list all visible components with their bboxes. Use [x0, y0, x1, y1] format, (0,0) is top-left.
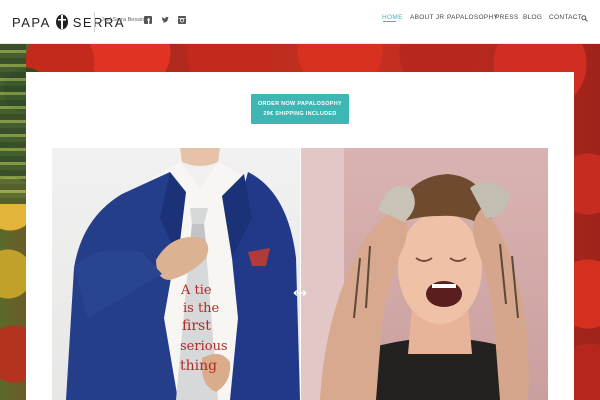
svg-text:A tie: A tie	[180, 283, 212, 298]
facebook-icon[interactable]	[144, 16, 152, 24]
social-links	[144, 16, 186, 24]
nav-papalosophy[interactable]: PAPALOSOPHY	[447, 14, 498, 21]
comparison-divider[interactable]	[300, 148, 301, 400]
before-image: A tie is the first serious thing	[52, 148, 300, 400]
order-now-label: ORDER NOW PAPALOSOPHY	[257, 101, 343, 107]
nav-active-indicator	[383, 21, 396, 22]
drag-handle-icon[interactable]	[293, 289, 307, 297]
site-tagline: Joel Serra Bessin	[101, 17, 145, 23]
nav-blog[interactable]: BLOG	[523, 14, 542, 21]
screaming-man-illustration	[300, 148, 529, 400]
shipping-label: 29€ SHIPPING INCLUDED	[263, 111, 337, 117]
svg-text:serious: serious	[180, 339, 228, 354]
nav-home[interactable]: HOME	[382, 14, 403, 21]
order-now-button[interactable]: ORDER NOW PAPALOSOPHY 29€ SHIPPING INCLU…	[251, 94, 349, 124]
twitter-icon[interactable]	[161, 16, 169, 24]
logo-text-left: PAPA	[12, 14, 51, 30]
after-image	[300, 148, 548, 400]
nav-about-jr[interactable]: ABOUT JR	[410, 14, 444, 21]
man-with-tie-illustration: A tie is the first serious thing	[66, 148, 300, 400]
svg-text:thing: thing	[180, 358, 217, 374]
nav-contact[interactable]: CONTACT	[549, 14, 582, 21]
hero-vegetables-strip	[0, 44, 26, 204]
svg-text:is the: is the	[183, 301, 220, 316]
logo-divider	[94, 12, 95, 32]
svg-text:first: first	[182, 318, 211, 334]
logo-mark-icon	[55, 14, 68, 30]
nav-press[interactable]: PRESS	[495, 14, 519, 21]
instagram-icon[interactable]	[178, 16, 186, 24]
before-after-slider[interactable]: A tie is the first serious thing	[52, 148, 548, 400]
search-icon[interactable]	[581, 15, 588, 22]
site-header: PAPA SERRA Joel Serra Bessin HOME ABOUT …	[0, 0, 600, 44]
